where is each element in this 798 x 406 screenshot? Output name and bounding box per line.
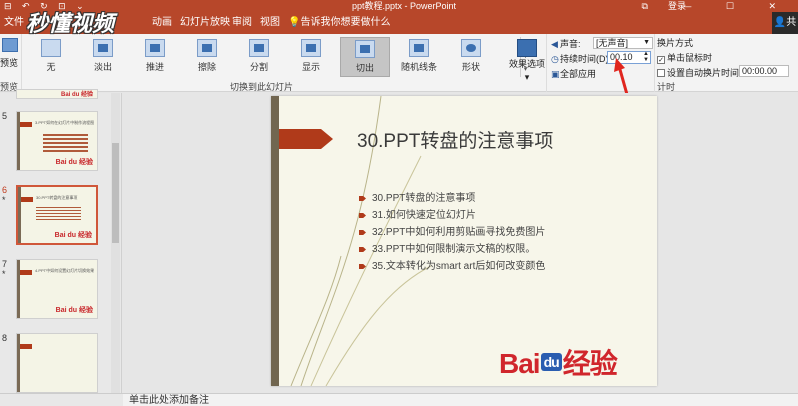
effect-options-button[interactable]: 效果选项 ▾ xyxy=(508,37,546,89)
transition-gallery: 无 淡出 推进 擦除 分割 显示 切出 随机线条 形状 ▾ xyxy=(26,34,546,78)
sound-row: ◀ 声音: xyxy=(551,39,581,49)
window-controls[interactable]: ⧉ — ☐ ✕ xyxy=(641,0,792,12)
on-click-checkbox[interactable]: ✓ 单击鼠标时 xyxy=(657,51,712,64)
transition-random-bars-icon xyxy=(409,39,429,57)
bullet-arrow-icon xyxy=(359,230,366,235)
bullet-arrow-icon xyxy=(359,213,366,218)
slide-number: 5 xyxy=(2,111,8,121)
person-icon: 👤 xyxy=(773,17,787,28)
transitions-group-label: 切换到此幻灯片 xyxy=(230,82,294,92)
slide-thumbnail-panel: Bai du 经验 5 3.PPT如何在幻灯片中制作流程图 Bai du 经验 … xyxy=(0,89,122,393)
title-arrow-shape xyxy=(279,129,333,149)
transition-push[interactable]: 推进 xyxy=(130,37,180,77)
slide-thumb-partial[interactable]: Bai du 经验 xyxy=(16,89,98,99)
slide-title[interactable]: 30.PPT转盘的注意事项 xyxy=(357,126,553,153)
list-item: 31.如何快速定位幻灯片 xyxy=(359,207,545,224)
after-time-input[interactable]: 00:00.00 xyxy=(739,65,789,77)
transition-wipe[interactable]: 擦除 xyxy=(182,37,232,77)
transition-reveal[interactable]: 显示 xyxy=(286,37,336,77)
slide-thumb-6[interactable]: 30.PPT转盘的注意事项 Bai du 经验 xyxy=(16,185,98,245)
bullet-arrow-icon xyxy=(359,247,366,252)
slide-number: 7 xyxy=(2,259,8,269)
speaker-icon: ◀ xyxy=(551,39,558,49)
checkmark-icon: ✓ xyxy=(657,56,665,64)
tab-review[interactable]: 审阅 xyxy=(232,12,252,34)
list-item: 35.文本转化为smart art后如何改变颜色 xyxy=(359,258,545,275)
apply-all-button[interactable]: ▣全部应用 xyxy=(551,67,596,80)
after-time-checkbox[interactable]: 设置自动换片时间: xyxy=(657,66,742,79)
panel-scrollbar[interactable] xyxy=(111,93,120,393)
transition-fade[interactable]: 淡出 xyxy=(78,37,128,77)
tab-slideshow[interactable]: 幻灯片放映 xyxy=(180,12,230,34)
transition-none[interactable]: 无 xyxy=(26,37,76,77)
transition-shape[interactable]: 形状 xyxy=(446,37,496,77)
scrollbar-thumb[interactable] xyxy=(112,143,119,243)
advance-title: 换片方式 xyxy=(657,38,694,48)
transition-split-icon xyxy=(249,39,269,57)
slide-transition-marker: * xyxy=(2,269,6,279)
document-title: ppt教程.pptx - PowerPoint xyxy=(352,1,457,11)
transition-split[interactable]: 分割 xyxy=(234,37,284,77)
list-item: 32.PPT中如何利用剪贴画寻找免费图片 xyxy=(359,224,545,241)
bullet-arrow-icon xyxy=(359,196,366,201)
transition-fade-icon xyxy=(93,39,113,57)
notes-left-spacer xyxy=(0,393,123,406)
list-item: 33.PPT中如何限制演示文稿的权限。 xyxy=(359,241,545,258)
ribbon-transitions: 预览 预览 无 淡出 推进 擦除 分割 显示 切出 随机线条 形状 ▾ 切换到此… xyxy=(0,34,798,92)
watermark-logo: 秒懂视频 xyxy=(26,11,115,36)
tell-me-box[interactable]: 💡告诉我你想要做什么 xyxy=(288,12,390,34)
apply-all-icon: ▣ xyxy=(551,69,560,79)
share-button[interactable]: 👤共享 xyxy=(772,12,798,50)
notes-pane[interactable]: 单击此处添加备注 xyxy=(123,393,798,406)
slide-number-active: 6 xyxy=(2,185,8,195)
slide-left-bar xyxy=(271,96,279,386)
preview-button-label[interactable]: 预览 xyxy=(0,56,18,69)
transition-random-bars[interactable]: 随机线条 xyxy=(394,37,444,77)
timing-group: ◀ 声音: [无声音] ▼ ◷持续时间(D): 00.10 ▲ ▼ ▣全部应用 xyxy=(546,34,654,92)
slide-thumb-5[interactable]: 3.PPT如何在幻灯片中制作流程图 Bai du 经验 xyxy=(16,111,98,171)
timing-group-label: 计时 xyxy=(657,82,676,92)
transition-none-icon xyxy=(41,39,61,57)
slide-thumb-8[interactable] xyxy=(16,333,98,393)
slide-transition-marker: * xyxy=(2,195,6,205)
preview-icon[interactable] xyxy=(2,38,18,52)
effect-options-icon xyxy=(517,39,537,57)
transition-shape-icon xyxy=(461,39,481,57)
lightbulb-icon: 💡 xyxy=(288,17,301,28)
spinner-icon[interactable]: ▲ ▼ xyxy=(643,51,649,63)
transition-reveal-icon xyxy=(301,39,321,57)
slide-number: 8 xyxy=(2,333,8,343)
clock-icon: ◷ xyxy=(551,54,559,64)
slide-editor: 30.PPT转盘的注意事项 30.PPT转盘的注意事项 31.如何快速定位幻灯片… xyxy=(123,93,798,393)
transition-cut-icon xyxy=(355,40,375,58)
preview-group: 预览 预览 xyxy=(0,34,22,92)
advance-slide-group: 换片方式 ✓ 单击鼠标时 设置自动换片时间: 00:00.00 计时 xyxy=(654,34,798,92)
tab-file[interactable]: 文件 xyxy=(4,12,24,34)
transition-wipe-icon xyxy=(197,39,217,57)
duration-row: ◷持续时间(D): xyxy=(551,54,611,64)
baidu-jingyan-logo: Bai du 经验 xyxy=(499,348,618,379)
sound-dropdown[interactable]: [无声音] ▼ xyxy=(593,37,653,49)
tab-view[interactable]: 视图 xyxy=(260,12,280,34)
current-slide[interactable]: 30.PPT转盘的注意事项 30.PPT转盘的注意事项 31.如何快速定位幻灯片… xyxy=(271,96,657,386)
slide-bullet-list[interactable]: 30.PPT转盘的注意事项 31.如何快速定位幻灯片 32.PPT中如何利用剪贴… xyxy=(359,190,545,275)
slide-thumb-7[interactable]: 4.PPT中如何设置幻灯片切换效果 Bai du 经验 xyxy=(16,259,98,319)
transition-push-icon xyxy=(145,39,165,57)
transition-cut[interactable]: 切出 xyxy=(340,37,390,77)
list-item: 30.PPT转盘的注意事项 xyxy=(359,190,545,207)
bullet-arrow-icon xyxy=(359,264,366,269)
chevron-down-icon: ▾ xyxy=(524,72,530,82)
chevron-down-icon: ▼ xyxy=(643,39,650,46)
